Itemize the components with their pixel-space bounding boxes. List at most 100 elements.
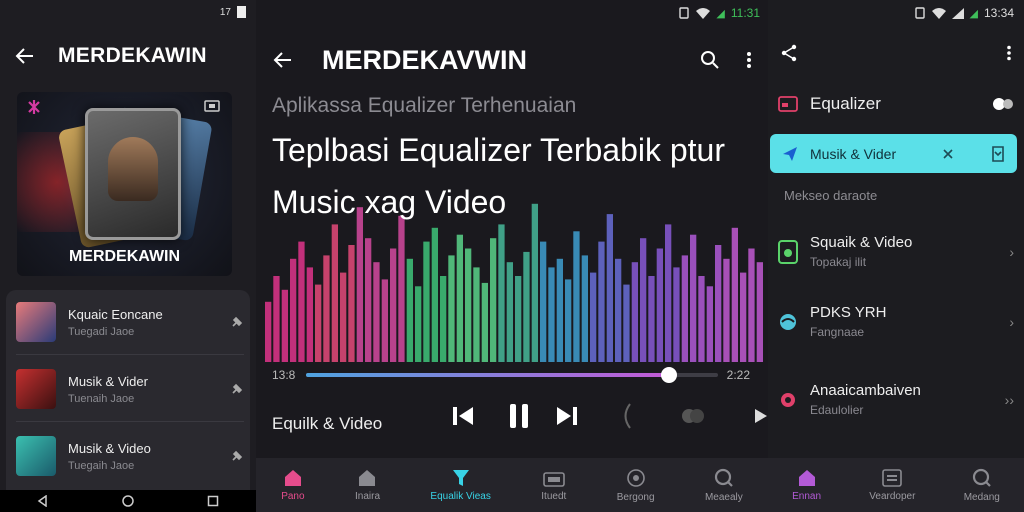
- pin-icon[interactable]: [230, 382, 244, 396]
- chevron-right-icon: ›: [1009, 313, 1014, 330]
- equalizer-icon: [451, 469, 471, 487]
- previous-icon[interactable]: [451, 405, 475, 427]
- album-art[interactable]: MERDEKAWIN: [17, 92, 232, 276]
- visualizer-bar: [323, 255, 330, 362]
- nav-item-meaealy[interactable]: Meaealy: [705, 468, 743, 503]
- duration-time: 2:22: [726, 368, 750, 382]
- nav-item-medang[interactable]: Medang: [964, 468, 1000, 503]
- nav-back-icon[interactable]: [37, 495, 49, 507]
- menu-item[interactable]: Anaaicambaiven Edaulolier ››: [778, 382, 1014, 417]
- album-cover-card: [85, 108, 181, 240]
- visualizer-bar: [740, 272, 747, 362]
- visualizer-bar: [540, 241, 547, 362]
- pause-icon[interactable]: [507, 402, 531, 430]
- visualizer-bar: [431, 227, 438, 362]
- cast-icon[interactable]: [204, 100, 220, 112]
- visualizer-bar: [373, 262, 380, 362]
- next-icon[interactable]: [555, 405, 579, 427]
- radio-icon: [542, 469, 565, 487]
- visualizer-bar: [456, 234, 463, 362]
- radio-icon: [882, 468, 903, 487]
- visualizer-bar: [356, 207, 363, 362]
- menu-item-subtitle: Edaulolier: [810, 403, 864, 417]
- signal-icon: [951, 7, 964, 19]
- visualizer-bar: [656, 248, 663, 362]
- bookmark-icon[interactable]: [991, 145, 1005, 162]
- nav-item-inaira[interactable]: Inaira: [355, 469, 380, 502]
- track-subtitle: Tuenaih Jaoe: [68, 392, 135, 405]
- visualizer-bar: [281, 289, 288, 362]
- visualizer-bar: [648, 276, 655, 362]
- visualizer-bar: [706, 286, 713, 362]
- headline-line-1: Teplbasi Equalizer Terbabik ptur: [272, 132, 725, 168]
- panel-album-list: 17 MERDEKAWIN MERDEKAWIN Kquaic Eoncane …: [0, 0, 256, 512]
- seek-progress: [306, 373, 669, 377]
- visualizer-bar: [331, 224, 338, 362]
- visualizer-bar: [498, 224, 505, 362]
- nav-item-equalizer[interactable]: Equalik Vieas: [430, 469, 491, 502]
- app-subtitle: Aplikassa Equalizer Terhenuaian: [272, 94, 577, 117]
- page-title: MERDEKAVWIN: [322, 44, 527, 75]
- toggle-switch[interactable]: [992, 97, 1014, 111]
- search-icon: [714, 468, 734, 488]
- menu-item[interactable]: PDKS YRH Fangnaae ›: [778, 304, 1014, 339]
- active-preset-label: Musik & Vider: [810, 145, 897, 162]
- nav-home-icon[interactable]: [122, 495, 134, 507]
- nav-label: Ituedt: [541, 490, 567, 502]
- visualizer-bar: [556, 258, 563, 362]
- volume-icon[interactable]: [619, 402, 633, 430]
- nav-item-bergong[interactable]: Bergong: [617, 468, 655, 503]
- globe-icon: [778, 312, 798, 332]
- bottom-nav: Pano Inaira Equalik Vieas Ituedt Bergong…: [256, 458, 768, 512]
- track-list: Kquaic Eoncane Tuegadi Jaoe Musik & Vide…: [6, 290, 250, 500]
- visualizer-bar: [715, 245, 722, 362]
- track-title: Musik & Video: [68, 440, 151, 456]
- visualizer-bar: [306, 267, 313, 362]
- list-item[interactable]: Kquaic Eoncane Tuegadi Jaoe: [16, 294, 244, 350]
- active-preset-row[interactable]: Musik & Vider: [770, 134, 1017, 173]
- nav-item-ituedt[interactable]: Ituedt: [541, 469, 566, 502]
- status-time: 17: [219, 6, 231, 18]
- status-bar: ◢ 13:34: [914, 6, 1014, 20]
- status-bar: ◢ 11:31: [678, 6, 760, 20]
- more-vert-icon[interactable]: [1006, 45, 1012, 61]
- visualizer-bar: [590, 272, 597, 362]
- seek-bar[interactable]: [306, 367, 718, 383]
- page-title: MERDEKAWIN: [58, 44, 207, 67]
- nav-item-veardoper[interactable]: Veardoper: [869, 468, 915, 502]
- visualizer-bar: [573, 231, 580, 362]
- more-vert-icon[interactable]: [746, 51, 752, 69]
- repeat-icon[interactable]: [681, 407, 705, 425]
- music-app-icon: [778, 239, 798, 264]
- seek-thumb[interactable]: [660, 367, 677, 383]
- back-arrow-icon[interactable]: [272, 49, 294, 71]
- visualizer-bar: [290, 258, 297, 362]
- header: MERDEKAVWIN: [272, 40, 752, 80]
- pin-icon[interactable]: [230, 449, 244, 463]
- share-icon[interactable]: [780, 44, 798, 62]
- nav-label: Meaealy: [704, 491, 743, 503]
- visualizer-bar: [440, 276, 447, 362]
- track-subtitle: Tuegaih Jaoe: [68, 459, 135, 472]
- pin-icon[interactable]: [230, 315, 244, 329]
- visualizer-bar: [423, 241, 430, 362]
- headline-line-2: Music xag Video: [272, 184, 507, 220]
- visualizer-bar: [640, 238, 647, 362]
- shuffle-icon[interactable]: [753, 407, 768, 425]
- nav-item-pano[interactable]: Pano: [281, 469, 305, 502]
- status-time: 11:31: [730, 6, 760, 20]
- back-arrow-icon[interactable]: [14, 45, 36, 67]
- menu-item[interactable]: Squaik & Video Topakaj ilit ›: [778, 234, 1014, 269]
- list-item[interactable]: Musik & Vider Tuenaih Jaoe: [16, 361, 244, 417]
- nav-item-ennan[interactable]: Ennan: [792, 469, 821, 502]
- close-icon[interactable]: [943, 148, 953, 159]
- equalizer-row[interactable]: Equalizer: [778, 94, 1014, 114]
- nav-recents-icon[interactable]: [207, 495, 219, 507]
- elapsed-time: 13:8: [272, 368, 296, 382]
- list-item[interactable]: Musik & Video Tuegaih Jaoe: [16, 428, 244, 484]
- wifi-icon: [931, 7, 946, 19]
- visualizer-bar: [506, 262, 513, 362]
- nfc-icon: [678, 7, 690, 19]
- menu-item-title: PDKS YRH: [810, 304, 887, 321]
- search-icon[interactable]: [700, 50, 720, 70]
